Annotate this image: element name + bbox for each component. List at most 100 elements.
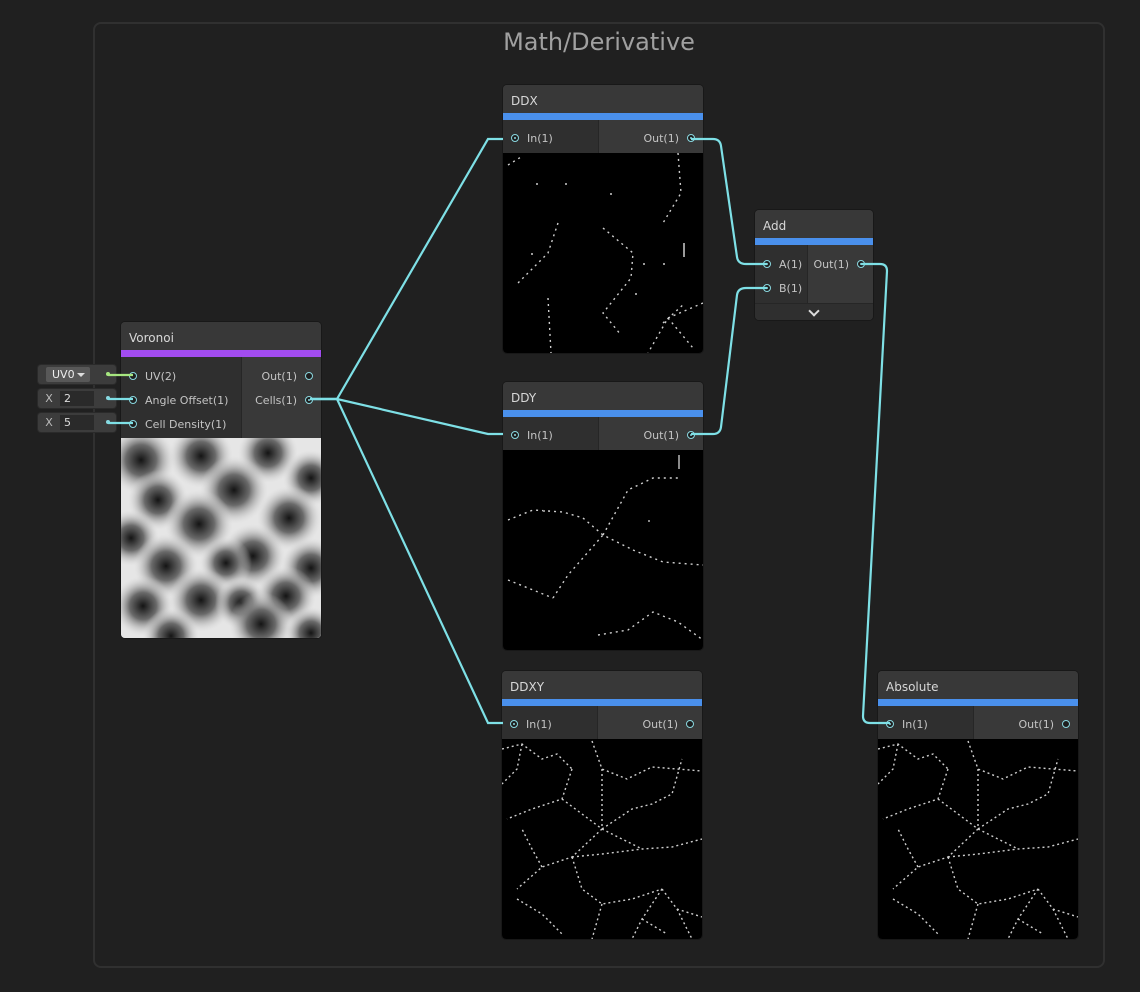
add-expand-button[interactable] xyxy=(755,303,873,320)
add-ports: A(1) B(1) Out(1) xyxy=(755,245,873,303)
ddx-preview-image xyxy=(507,153,703,353)
ddxy-preview-image xyxy=(502,740,702,939)
voronoi-preview xyxy=(121,438,321,638)
port-icon[interactable] xyxy=(687,431,695,439)
port-label: Out(1) xyxy=(642,718,678,731)
cell-density-axis-label: X xyxy=(45,416,53,429)
ddy-node[interactable]: DDY In(1) Out(1) xyxy=(503,382,703,650)
add-node[interactable]: Add A(1) B(1) Out(1) xyxy=(755,210,873,320)
absolute-input-in[interactable]: In(1) xyxy=(886,718,928,731)
port-icon[interactable] xyxy=(886,720,894,728)
port-icon[interactable] xyxy=(129,372,137,380)
ddx-preview xyxy=(503,153,703,353)
port-icon[interactable] xyxy=(510,720,518,728)
port-label: B(1) xyxy=(779,282,803,295)
port-icon[interactable] xyxy=(686,720,694,728)
ddx-node[interactable]: DDX In(1) Out(1) xyxy=(503,85,703,353)
ddxy-node-title[interactable]: DDXY xyxy=(502,671,702,699)
add-input-b[interactable]: B(1) xyxy=(763,282,802,295)
port-icon[interactable] xyxy=(763,284,771,292)
angle-offset-value[interactable]: 2 xyxy=(60,391,94,406)
ddy-inputs: In(1) xyxy=(503,417,598,450)
port-label: Out(1) xyxy=(643,429,679,442)
port-label: Out(1) xyxy=(813,258,849,271)
ddx-node-title[interactable]: DDX xyxy=(503,85,703,113)
cell-density-input-field[interactable]: X 5 xyxy=(38,413,116,432)
ddxy-preview xyxy=(502,739,702,939)
uv-dropdown-value: UV0 xyxy=(52,368,75,381)
add-color-bar xyxy=(755,238,873,245)
port-label: Angle Offset(1) xyxy=(145,394,229,407)
angle-offset-input-field[interactable]: X 2 xyxy=(38,389,116,408)
ddxy-output-out[interactable]: Out(1) xyxy=(642,718,694,731)
voronoi-inputs: UV(2) Angle Offset(1) Cell Density(1) xyxy=(121,357,241,438)
group-title[interactable]: Math/Derivative xyxy=(95,28,1103,56)
ddx-input-in[interactable]: In(1) xyxy=(511,132,553,145)
ddy-ports: In(1) Out(1) xyxy=(503,417,703,450)
uv-dropdown[interactable]: UV0 xyxy=(46,367,90,382)
absolute-preview xyxy=(878,739,1078,939)
add-node-title[interactable]: Add xyxy=(755,210,873,238)
ddy-node-title[interactable]: DDY xyxy=(503,382,703,410)
absolute-inputs: In(1) xyxy=(878,706,973,739)
ddy-preview xyxy=(503,450,703,650)
ddx-output-out[interactable]: Out(1) xyxy=(643,132,695,145)
ddx-color-bar xyxy=(503,113,703,120)
add-input-a[interactable]: A(1) xyxy=(763,258,802,271)
absolute-output-out[interactable]: Out(1) xyxy=(1018,718,1070,731)
ddy-color-bar xyxy=(503,410,703,417)
ddxy-ports: In(1) Out(1) xyxy=(502,706,702,739)
absolute-preview-image xyxy=(878,740,1078,939)
port-label: UV(2) xyxy=(145,370,177,383)
port-icon[interactable] xyxy=(305,372,313,380)
absolute-node-title[interactable]: Absolute xyxy=(878,671,1078,699)
voronoi-node-title[interactable]: Voronoi xyxy=(121,322,321,350)
angle-offset-axis-label: X xyxy=(45,392,53,405)
port-label: A(1) xyxy=(779,258,803,271)
cell-density-pin-icon xyxy=(106,420,110,424)
voronoi-input-uv[interactable]: UV(2) xyxy=(129,370,176,383)
ddxy-color-bar xyxy=(502,699,702,706)
port-label: In(1) xyxy=(527,429,553,442)
ddy-preview-image xyxy=(507,455,703,641)
ddxy-input-in[interactable]: In(1) xyxy=(510,718,552,731)
port-icon[interactable] xyxy=(857,260,865,268)
voronoi-node[interactable]: Voronoi UV(2) Angle Offset(1) Cell Densi… xyxy=(121,322,321,638)
port-label: Cell Density(1) xyxy=(145,418,227,431)
port-label: In(1) xyxy=(527,132,553,145)
add-outputs: Out(1) xyxy=(807,245,873,303)
port-icon[interactable] xyxy=(763,260,771,268)
ddy-input-in[interactable]: In(1) xyxy=(511,429,553,442)
uv-pin-icon xyxy=(106,372,110,376)
voronoi-input-angle-offset[interactable]: Angle Offset(1) xyxy=(129,394,228,407)
voronoi-preview-image xyxy=(121,438,321,638)
ddxy-inputs: In(1) xyxy=(502,706,597,739)
port-icon[interactable] xyxy=(129,420,137,428)
voronoi-output-out[interactable]: Out(1) xyxy=(261,370,313,383)
voronoi-outputs: Out(1) Cells(1) xyxy=(241,357,321,438)
ddx-ports: In(1) Out(1) xyxy=(503,120,703,153)
port-icon[interactable] xyxy=(129,396,137,404)
ddy-outputs: Out(1) xyxy=(598,417,703,450)
absolute-ports: In(1) Out(1) xyxy=(878,706,1078,739)
add-output-out[interactable]: Out(1) xyxy=(813,258,865,271)
port-label: In(1) xyxy=(526,718,552,731)
ddxy-node[interactable]: DDXY In(1) Out(1) xyxy=(502,671,702,939)
port-label: Out(1) xyxy=(261,370,297,383)
port-icon[interactable] xyxy=(687,134,695,142)
ddy-output-out[interactable]: Out(1) xyxy=(643,429,695,442)
ddxy-outputs: Out(1) xyxy=(597,706,702,739)
port-label: Out(1) xyxy=(1018,718,1054,731)
absolute-node[interactable]: Absolute In(1) Out(1) xyxy=(878,671,1078,939)
cell-density-value[interactable]: 5 xyxy=(60,415,94,430)
angle-offset-pin-icon xyxy=(106,396,110,400)
add-inputs: A(1) B(1) xyxy=(755,245,807,303)
voronoi-output-cells[interactable]: Cells(1) xyxy=(255,394,313,407)
port-icon[interactable] xyxy=(511,431,519,439)
voronoi-input-cell-density[interactable]: Cell Density(1) xyxy=(129,418,226,431)
port-icon[interactable] xyxy=(1062,720,1070,728)
port-label: Cells(1) xyxy=(255,394,297,407)
uv-input-field[interactable]: UV0 xyxy=(38,365,116,384)
port-icon[interactable] xyxy=(305,396,313,404)
port-icon[interactable] xyxy=(511,134,519,142)
